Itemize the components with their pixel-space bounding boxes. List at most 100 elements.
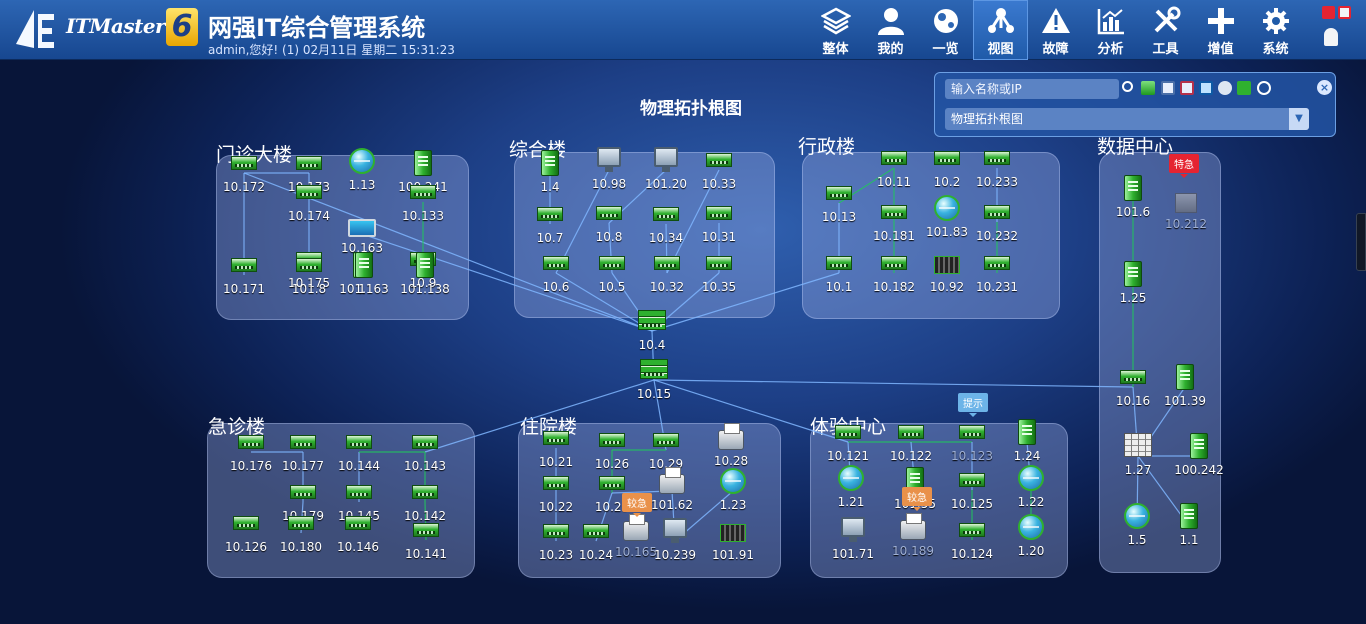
network-icon[interactable] [1218, 81, 1232, 95]
device-node[interactable]: 10.133 [395, 179, 451, 225]
device-label: 10.233 [976, 175, 1018, 189]
server-icon [1124, 261, 1142, 287]
device-node[interactable]: 10.233 [969, 145, 1025, 191]
warning-icon [1041, 8, 1070, 33]
logout-icon[interactable] [1338, 6, 1351, 19]
alert-close-icon[interactable] [1322, 6, 1335, 19]
view-select[interactable]: 物理拓扑根图 ▼ [945, 108, 1309, 130]
device-node[interactable]: 101.138 [397, 252, 453, 298]
device-label: 10.35 [701, 280, 737, 294]
device-node[interactable]: 10.143 [397, 429, 453, 475]
device-node[interactable]: 1.1 [1161, 503, 1217, 549]
brand-version: 6 [166, 8, 198, 46]
device-label: 101.91 [712, 548, 754, 562]
menu-mine[interactable]: 我的 [863, 0, 918, 60]
chevron-down-icon[interactable]: ▼ [1289, 108, 1309, 130]
device-label: 1.24 [1013, 449, 1041, 463]
menu-label: 工具 [1152, 42, 1179, 57]
alert-badge[interactable]: 提示 [958, 393, 988, 417]
device-node[interactable]: 101.39 [1157, 364, 1213, 410]
device-node[interactable]: 10.31 [691, 200, 747, 246]
globe-icon [349, 148, 375, 174]
menu-overall[interactable]: 整体 [808, 0, 863, 60]
menu-analysis[interactable]: 分析 [1083, 0, 1138, 60]
device-node[interactable]: 10.15 [626, 357, 682, 403]
add-icon[interactable] [1141, 81, 1155, 95]
core-icon [640, 359, 668, 379]
pc-icon [663, 518, 687, 543]
search-input[interactable] [945, 79, 1119, 99]
device-node[interactable]: 10.146 [330, 510, 386, 556]
switch-icon [706, 153, 732, 167]
switch-icon [231, 258, 257, 272]
globe-icon [933, 9, 958, 33]
topology-canvas[interactable]: 物理拓扑根图 门诊大楼 综合楼 行政楼 数据中心 急诊楼 住院楼 体验中心 10… [0, 60, 1366, 624]
device-node[interactable]: 1.24 [999, 419, 1055, 465]
side-panel-handle[interactable] [1356, 213, 1366, 271]
device-node[interactable]: 1.21 [823, 465, 879, 511]
switch-icon [288, 516, 314, 530]
device-node[interactable]: 10.171 [216, 252, 272, 298]
menu-system[interactable]: 系统 [1248, 0, 1303, 60]
alert-badge[interactable]: 较急 [902, 487, 932, 511]
globe-icon [720, 468, 746, 494]
device-node[interactable]: 10.141 [398, 517, 454, 563]
switch-icon [835, 425, 861, 439]
device-node[interactable]: 1.23 [705, 468, 761, 514]
chart-icon [1097, 9, 1124, 35]
menu-tools[interactable]: 工具 [1138, 0, 1193, 60]
device-node[interactable]: 1.22 [1003, 465, 1059, 511]
switch-icon [412, 485, 438, 499]
device-node[interactable]: 10.212 [1158, 187, 1214, 233]
switch-icon [654, 256, 680, 270]
device-label: 10.212 [1165, 217, 1207, 231]
device-node[interactable]: 101.6 [1105, 175, 1161, 221]
device-node[interactable]: 10.174 [281, 179, 337, 225]
firewall-icon [1124, 433, 1152, 457]
menu-label: 视图 [987, 42, 1014, 57]
device-label: 1.20 [1017, 544, 1045, 558]
printer-icon [623, 514, 649, 541]
server-icon [1124, 175, 1142, 201]
save-as-icon[interactable] [1180, 81, 1194, 95]
device-node[interactable]: 10.121 [820, 419, 876, 465]
device-node[interactable]: 10.232 [969, 199, 1025, 245]
topology-icon [987, 8, 1014, 33]
alert-badge[interactable]: 特急 [1169, 154, 1199, 178]
plus-icon [1207, 8, 1234, 34]
help-icon[interactable] [1257, 81, 1271, 95]
globe-icon [838, 465, 864, 491]
device-node[interactable]: 1.25 [1105, 261, 1161, 307]
device-label: 10.28 [713, 454, 749, 468]
device-node[interactable]: 10.144 [331, 429, 387, 475]
save-icon[interactable] [1161, 81, 1175, 95]
device-node[interactable]: 10.28 [703, 423, 759, 470]
device-node[interactable]: 10.4 [624, 308, 680, 354]
menu-addon[interactable]: 增值 [1193, 0, 1248, 60]
user-avatar-icon[interactable] [1324, 28, 1338, 46]
device-node[interactable]: 100.242 [1171, 433, 1227, 479]
menu-view[interactable]: 视图 [973, 0, 1028, 60]
switch-icon [959, 473, 985, 487]
menu-overview[interactable]: 一览 [918, 0, 973, 60]
device-node[interactable]: 10.172 [216, 150, 272, 196]
layers-icon [820, 7, 851, 35]
server-icon [1176, 364, 1194, 390]
switch-icon [543, 476, 569, 490]
device-node[interactable]: 101.91 [705, 518, 761, 564]
alert-badge[interactable]: 较急 [622, 493, 652, 517]
monitor-icon[interactable] [1199, 81, 1213, 95]
switch-icon [881, 205, 907, 219]
close-icon[interactable]: × [1317, 80, 1332, 95]
menu-fault[interactable]: 故障 [1028, 0, 1083, 60]
search-icon[interactable] [1122, 81, 1133, 92]
device-node[interactable]: 10.35 [691, 250, 747, 296]
switch-icon [345, 516, 371, 530]
device-node[interactable]: 10.13 [811, 180, 867, 226]
server-icon [355, 252, 373, 278]
refresh-icon[interactable] [1237, 81, 1251, 95]
device-node[interactable]: 1.20 [1003, 514, 1059, 560]
app-title: 网强IT综合管理系统 [208, 14, 426, 42]
device-node[interactable]: 10.231 [969, 250, 1025, 296]
device-node[interactable]: 10.33 [691, 147, 747, 193]
